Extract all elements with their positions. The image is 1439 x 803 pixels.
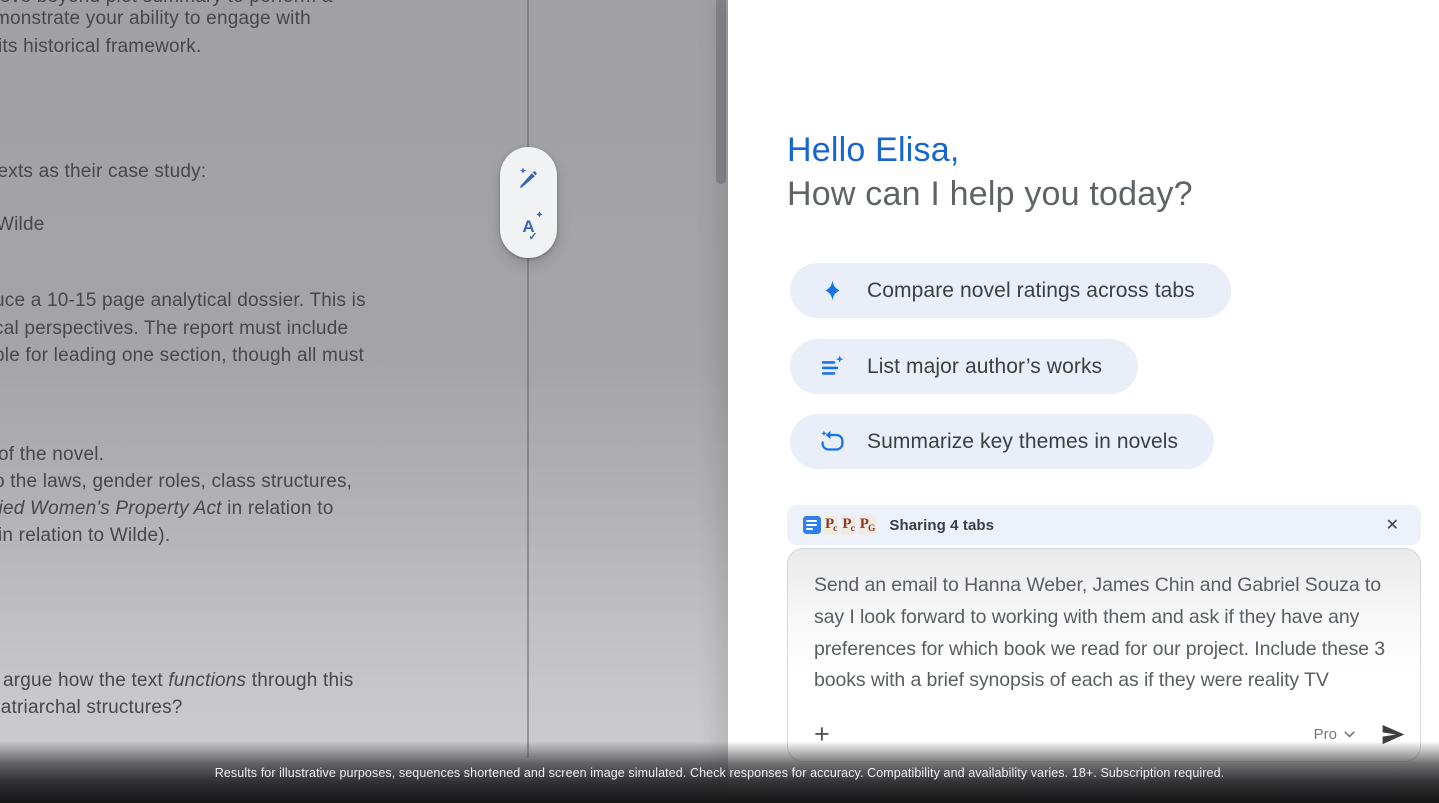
document-text-line: Wilde	[0, 214, 45, 236]
document-text-line: texts as their case study:	[0, 161, 206, 183]
suggestion-chip-summarize-themes[interactable]: Summarize key themes in novels	[790, 414, 1214, 469]
screen: move beyond plot summary to perform amon…	[0, 0, 1439, 803]
document-text-line: its historical framework.	[0, 36, 202, 58]
document-text-line: ble for leading one section, though all …	[0, 345, 364, 367]
chip-label: List major author’s works	[867, 355, 1102, 379]
google-docs-favicon	[803, 516, 821, 534]
project-gutenberg-favicon: Pc	[841, 515, 855, 535]
document-text-line: ried Women's Property Act in relation to	[0, 498, 333, 520]
close-icon[interactable]: ✕	[1380, 513, 1405, 537]
document-text-line: patriarchal structures?	[0, 697, 183, 719]
document-page-divider	[527, 0, 529, 758]
send-button[interactable]	[1379, 721, 1406, 748]
document-text-line: o the laws, gender roles, class structur…	[0, 471, 352, 493]
prompt-card: Send an email to Hanna Weber, James Chin…	[787, 548, 1421, 762]
suggestion-chip-compare-ratings[interactable]: Compare novel ratings across tabs	[790, 263, 1231, 318]
list-sparkle-icon	[819, 353, 846, 380]
sharing-tabs-label: Sharing 4 tabs	[889, 517, 994, 534]
project-gutenberg-favicon: Pc	[824, 515, 838, 535]
document-text-line: cal perspectives. The report must includ…	[0, 318, 348, 340]
prompt-toolbar: + Pro	[814, 714, 1406, 754]
document-text-line: monstrate your ability to engage with	[0, 8, 311, 30]
chip-label: Summarize key themes in novels	[867, 430, 1178, 454]
document-background: move beyond plot summary to perform amon…	[0, 0, 728, 803]
pen-sparkle-icon	[515, 165, 542, 192]
add-attachment-button[interactable]: +	[814, 721, 830, 748]
sharing-tabs-bar: PcPcPG Sharing 4 tabs ✕	[787, 505, 1421, 545]
document-text-line: uce a 10-15 page analytical dossier. Thi…	[0, 290, 366, 312]
sparkle-icon	[819, 277, 846, 304]
project-gutenberg-favicon: PG	[859, 515, 877, 535]
greeting-name: Hello Elisa,	[787, 128, 1193, 172]
ai-actions-pill: A✦✓	[500, 147, 557, 258]
document-text-line: of the novel.	[0, 444, 104, 466]
greeting-question: How can I help you today?	[787, 172, 1193, 216]
model-label: Pro	[1314, 726, 1337, 743]
gemini-panel: Hello Elisa, How can I help you today? C…	[728, 0, 1439, 803]
chevron-down-icon	[1344, 731, 1355, 738]
model-selector[interactable]: Pro	[1314, 726, 1355, 743]
prompt-input[interactable]: Send an email to Hanna Weber, James Chin…	[788, 549, 1420, 697]
shared-tab-favicons: PcPcPG	[803, 515, 876, 535]
document-scrollbar-thumb[interactable]	[716, 0, 726, 184]
document-text-line: ; argue how the text functions through t…	[0, 670, 353, 692]
help-me-write-icon[interactable]	[512, 161, 546, 195]
suggestion-chip-list-works[interactable]: List major author’s works	[790, 339, 1138, 394]
chip-label: Compare novel ratings across tabs	[867, 279, 1195, 303]
document-text-line: in relation to Wilde).	[0, 525, 170, 547]
send-icon	[1379, 721, 1406, 748]
proofread-icon[interactable]: A✦✓	[512, 210, 546, 244]
document-text-line: move beyond plot summary to perform a	[0, 0, 333, 8]
greeting: Hello Elisa, How can I help you today?	[787, 128, 1193, 216]
refresh-sparkle-icon	[819, 428, 846, 455]
